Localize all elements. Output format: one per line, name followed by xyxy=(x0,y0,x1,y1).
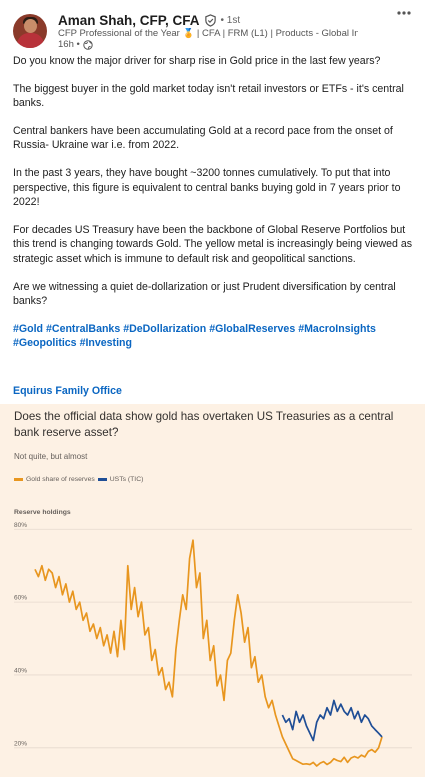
legend-swatch-usts xyxy=(97,478,107,481)
author-headline: CFP Professional of the Year 🏅 | CFA | F… xyxy=(58,28,358,39)
verified-badge-icon xyxy=(204,14,216,27)
y-tick-label: 40% xyxy=(14,667,27,674)
more-horizontal-icon xyxy=(397,11,411,15)
globe-icon xyxy=(83,39,93,50)
hashtag-link[interactable]: #Gold xyxy=(13,323,43,335)
more-options-button[interactable] xyxy=(392,6,416,22)
legend-swatch-gold xyxy=(14,478,23,481)
author-name-row: Aman Shah, CFP, CFA • 1st xyxy=(58,13,240,28)
connection-degree: • 1st xyxy=(220,15,241,26)
post-paragraph: For decades US Treasury have been the ba… xyxy=(13,223,413,265)
hashtag-link[interactable]: #Geopolitics xyxy=(13,337,77,349)
post-paragraph: Central bankers have been accumulating G… xyxy=(13,124,393,152)
post-image-chart[interactable]: Does the official data show gold has ove… xyxy=(0,404,425,777)
post-paragraph: In the past 3 years, they have bought ~3… xyxy=(13,166,401,209)
hashtag-link[interactable]: #DeDollarization xyxy=(123,323,206,335)
series-line-gold xyxy=(34,539,383,767)
author-avatar[interactable] xyxy=(13,14,47,48)
hashtag-list: #Gold #CentralBanks #DeDollarization #Globa… xyxy=(13,322,413,351)
hashtag-link[interactable]: #GlobalReserves xyxy=(209,323,295,335)
panel-label: Reserve holdings xyxy=(14,509,71,516)
hashtag-link[interactable]: #Investing xyxy=(80,337,132,349)
series-line-usts xyxy=(281,699,383,742)
hashtag-link[interactable]: #MacroInsights xyxy=(298,323,376,335)
author-name[interactable]: Aman Shah, CFP, CFA xyxy=(58,13,200,28)
chart-legend: Gold share of reserves USTs (TIC) xyxy=(14,476,143,483)
line-chart: Reserve holdings 20% 40% 60% 80% xyxy=(14,509,412,767)
post-body: Do you know the major driver for sharp r… xyxy=(13,54,413,364)
legend-label-usts: USTs (TIC) xyxy=(109,476,144,483)
post-time: 16h • xyxy=(58,39,80,50)
mention-link[interactable]: Equirus Family Office xyxy=(13,385,122,397)
legend-label-gold: Gold share of reserves xyxy=(26,476,95,483)
linkedin-post-card: Aman Shah, CFP, CFA • 1st CFP Profession… xyxy=(0,0,425,777)
post-paragraph: Are we witnessing a quiet de-dollarizati… xyxy=(13,280,396,308)
figure-subtitle: Not quite, but almost xyxy=(14,452,88,461)
post-paragraph: The biggest buyer in the gold market tod… xyxy=(13,82,404,110)
y-tick-label: 80% xyxy=(14,522,27,529)
y-tick-label: 20% xyxy=(14,740,27,747)
figure-title: Does the official data show gold has ove… xyxy=(14,410,394,439)
hashtag-link[interactable]: #CentralBanks xyxy=(46,323,120,335)
post-paragraph: Do you know the major driver for sharp r… xyxy=(13,55,381,67)
y-tick-label: 60% xyxy=(14,595,27,602)
post-meta: 16h • xyxy=(58,39,93,50)
